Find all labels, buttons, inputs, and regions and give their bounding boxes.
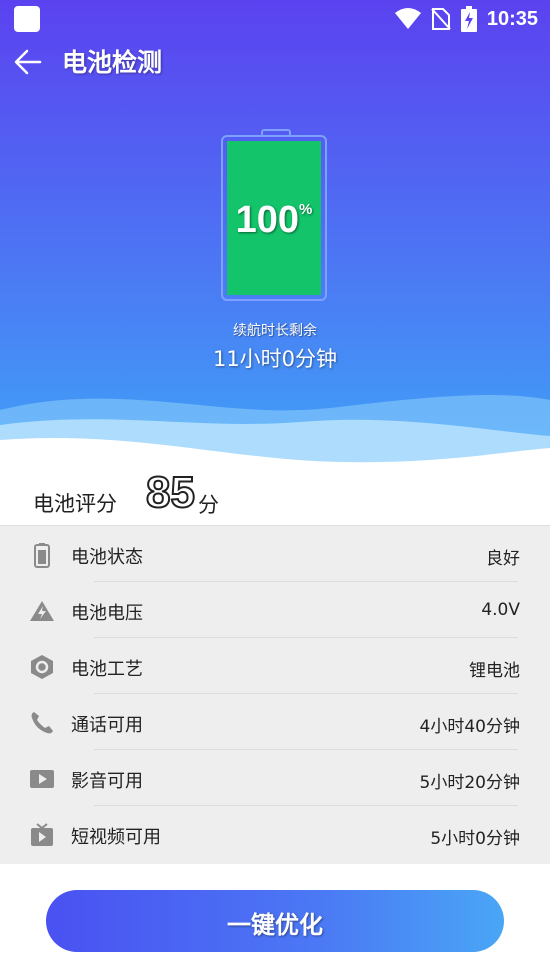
voltage-icon (30, 601, 54, 621)
detail-value: 4.0V (481, 600, 520, 620)
page-title: 电池检测 (62, 48, 163, 77)
hexagon-gear-icon (31, 655, 53, 679)
no-sim-icon (431, 8, 451, 30)
arrow-left-icon[interactable] (12, 46, 44, 78)
detail-value: 5小时0分钟 (430, 829, 520, 849)
remaining-value: 11小时0分钟 (212, 347, 338, 371)
detail-label: 电池电压 (71, 603, 143, 624)
status-bar: 10:35 (0, 0, 550, 38)
detail-value: 良好 (486, 549, 520, 569)
status-time: 10:35 (486, 7, 538, 30)
detail-row-voltage: 电池电压 4.0V (0, 582, 550, 638)
detail-row-video: 影音可用 5小时20分钟 (0, 750, 550, 806)
detail-value: 5小时20分钟 (419, 773, 520, 793)
battery-percent-unit: % (299, 201, 313, 218)
detail-label: 短视频可用 (71, 827, 161, 848)
video-icon (30, 770, 54, 788)
optimize-button[interactable]: 一键优化 (46, 890, 504, 952)
detail-label: 影音可用 (71, 771, 143, 792)
tv-icon (31, 823, 53, 846)
app-icon (14, 6, 40, 32)
score-label: 电池评分 (33, 492, 117, 516)
detail-value: 4小时40分钟 (419, 717, 520, 737)
detail-row-technology: 电池工艺 锂电池 (0, 638, 550, 694)
optimize-button-label: 一键优化 (227, 911, 323, 939)
wifi-icon (394, 8, 421, 29)
battery-score: 电池评分 85 分 (0, 465, 550, 525)
remaining-label: 续航时长剩余 (233, 323, 317, 339)
detail-label: 通话可用 (71, 715, 143, 736)
wave-decoration (0, 394, 550, 470)
detail-row-call: 通话可用 4小时40分钟 (0, 694, 550, 750)
phone-icon (31, 712, 53, 734)
battery-percent-value: 100 (235, 199, 300, 241)
detail-row-short-video: 短视频可用 5小时0分钟 (0, 806, 550, 862)
battery-icon (34, 543, 50, 568)
status-icons: 10:35 (394, 4, 538, 34)
score-value: 85 (145, 467, 196, 518)
app-bar: 电池检测 (0, 40, 550, 88)
battery-graphic: 100% (221, 135, 327, 301)
battery-details-list: 电池状态 良好 电池电压 4.0V 电池工艺 锂电池 通话可用 4小时40分钟 (0, 525, 550, 864)
detail-label: 电池状态 (71, 547, 143, 568)
detail-row-status: 电池状态 良好 (0, 526, 550, 582)
battery-percent: 100% (223, 199, 325, 242)
detail-label: 电池工艺 (71, 659, 143, 680)
detail-value: 锂电池 (469, 661, 520, 681)
score-unit: 分 (198, 493, 219, 517)
battery-charging-icon (460, 6, 477, 32)
